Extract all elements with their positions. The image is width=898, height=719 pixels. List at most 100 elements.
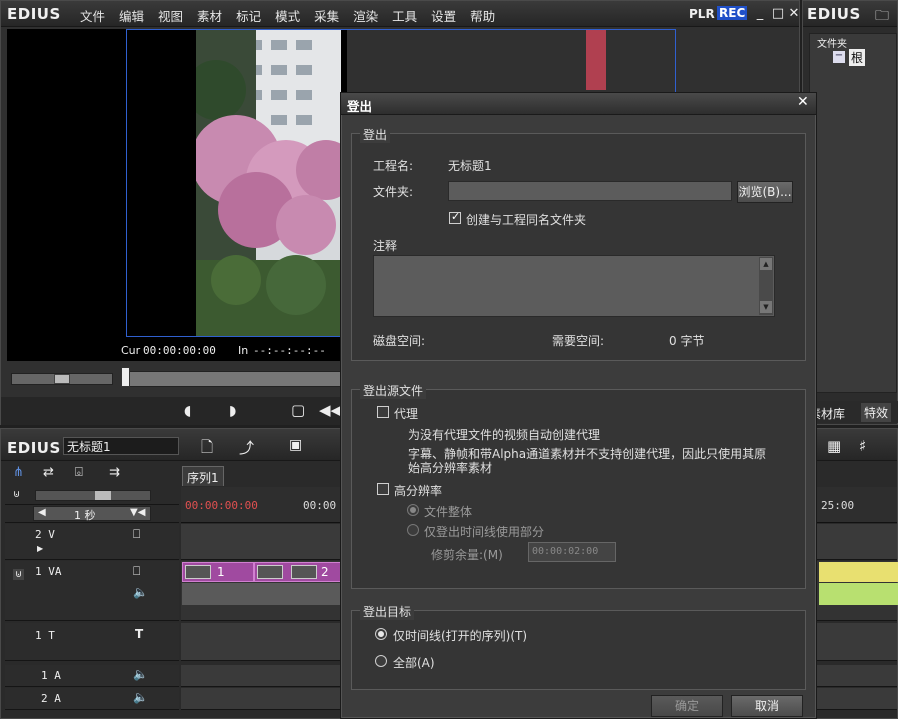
scale-value: 1 秒 xyxy=(74,509,96,522)
mixer-icon[interactable]: ♯ xyxy=(859,437,866,455)
timeline-part-label: 仅登出时间线使用部分 xyxy=(424,525,545,539)
open-icon[interactable]: ⤴ xyxy=(239,437,254,458)
clip-2-label: 2 xyxy=(321,565,329,579)
clip-1-thumb-icon xyxy=(185,565,211,579)
all-radio[interactable] xyxy=(375,655,387,667)
proxy-checkbox[interactable] xyxy=(377,406,389,418)
timeline-tools: ⋔ ⇄ ⌻ ⇉ xyxy=(5,463,179,485)
bin-edius-logo: EDIUS xyxy=(807,5,861,23)
root-folder[interactable]: 根 xyxy=(849,49,866,66)
ripple-icon[interactable]: ⇄ xyxy=(43,465,54,480)
position-handle[interactable] xyxy=(121,367,130,387)
zoom-handle[interactable] xyxy=(95,491,111,500)
track-2a-audio-icon[interactable]: 🔈 xyxy=(133,690,148,704)
create-folder-checkbox[interactable] xyxy=(449,210,461,224)
menu-marker[interactable]: 标记 xyxy=(229,6,268,25)
notes-scrollbar[interactable]: ▲ ▼ xyxy=(759,257,773,315)
ruler-mid: 00:00 xyxy=(303,499,337,512)
timeline-part-radio[interactable] xyxy=(407,524,419,536)
track-1va-sync-icon[interactable]: ⊍ xyxy=(13,569,25,580)
layout-icon[interactable]: ▦ xyxy=(827,437,841,455)
notes-textarea[interactable]: ▲ ▼ xyxy=(373,255,775,317)
menu-render[interactable]: 渲染 xyxy=(346,6,385,25)
folder-icon[interactable]: 🗀 xyxy=(875,5,889,29)
tab-effects[interactable]: 特效 xyxy=(861,403,892,422)
sync-icon[interactable]: ⌻ xyxy=(75,465,83,480)
track-1va-audio-icon[interactable]: 🔈 xyxy=(133,585,148,599)
save-icon[interactable]: ▣ xyxy=(289,437,302,453)
menu-file[interactable]: 文件 xyxy=(73,6,112,25)
clip-1-label: 1 xyxy=(217,565,225,579)
menu-clip[interactable]: 素材 xyxy=(190,6,229,25)
menu-edit[interactable]: 编辑 xyxy=(112,6,151,25)
dialog-titlebar: 登出 ✕ xyxy=(341,93,816,115)
shuttle-handle[interactable] xyxy=(54,374,70,384)
notes-label: 注释 xyxy=(373,239,398,253)
folder-header: 文件夹 xyxy=(817,39,847,50)
right-yellow-band xyxy=(819,562,898,582)
collapse-icon[interactable]: − xyxy=(833,51,845,63)
menu-view[interactable]: 视图 xyxy=(151,6,190,25)
project-name-value: 无标题1 xyxy=(448,159,492,173)
minimize-icon[interactable]: _ xyxy=(751,5,769,23)
track-2v-expand-icon[interactable]: ▶ xyxy=(37,544,43,553)
track-2a-name: 2 A xyxy=(41,692,61,705)
close-icon[interactable]: ✕ xyxy=(785,5,803,23)
rewind-icon[interactable]: ◀◀ xyxy=(319,401,342,419)
plr-mode-button[interactable]: PLR xyxy=(689,7,715,21)
project-name-field[interactable]: 无标题1 xyxy=(63,437,179,455)
menu-tools[interactable]: 工具 xyxy=(385,6,424,25)
transport-bar xyxy=(1,397,341,425)
scroll-down-icon[interactable]: ▼ xyxy=(760,301,772,313)
zoom-slider[interactable] xyxy=(35,490,151,501)
browse-button[interactable]: 浏览(B)... xyxy=(737,181,793,203)
menu-help[interactable]: 帮助 xyxy=(463,6,502,25)
menu-settings[interactable]: 设置 xyxy=(424,6,463,25)
position-slider[interactable] xyxy=(121,371,343,387)
margin-input[interactable]: 00:00:02:00 xyxy=(528,542,616,562)
track-2a-header[interactable]: 2 A 🔈 xyxy=(5,688,179,710)
scale-selector[interactable]: ◀ 1 秒 ▼◀ xyxy=(33,506,151,522)
sequence-tab[interactable]: 序列1 xyxy=(182,466,224,486)
menu-capture[interactable]: 采集 xyxy=(307,6,346,25)
clip-1[interactable]: 1 xyxy=(182,562,254,582)
bin-titlebar: EDIUS 🗀 xyxy=(803,1,897,27)
cancel-button[interactable]: 取消 xyxy=(731,695,803,717)
in-label: In xyxy=(238,344,249,357)
bin-tabs: 素材库 特效 xyxy=(803,401,898,423)
scroll-up-icon[interactable]: ▲ xyxy=(760,258,772,270)
track-select-icon[interactable]: ⋔ xyxy=(13,465,24,480)
rec-mode-button[interactable]: REC xyxy=(717,6,748,20)
new-icon[interactable]: 🗋 xyxy=(201,437,213,462)
set-in-icon[interactable]: ◖ xyxy=(184,403,191,419)
track-2v-video-icon[interactable]: ⎕ xyxy=(133,527,140,542)
track-1va-header[interactable]: ⊍ 1 VA ⎕ 🔈 xyxy=(5,561,179,621)
timeline-only-radio[interactable] xyxy=(375,628,387,640)
whole-file-radio[interactable] xyxy=(407,504,419,516)
ruler-start: 00:00:00:00 xyxy=(185,499,258,512)
scale-prev-icon[interactable]: ◀ xyxy=(38,507,46,518)
menu-mode[interactable]: 模式 xyxy=(268,6,307,25)
preview-image xyxy=(196,30,341,336)
set-out-icon[interactable]: ◗ xyxy=(229,403,236,419)
dialog-close-icon[interactable]: ✕ xyxy=(797,94,809,110)
track-2v-header[interactable]: 2 V ⎕ ▶ xyxy=(5,524,179,560)
track-1a-audio-icon[interactable]: 🔈 xyxy=(133,667,148,681)
zoom-toggle-icon[interactable]: ⊍ xyxy=(13,489,20,500)
track-1va-video-icon[interactable]: ⎕ xyxy=(133,564,140,579)
timeline-edius-logo: EDIUS xyxy=(7,439,61,457)
track-1t-header[interactable]: 1 T T xyxy=(5,623,179,661)
track-1t-title-icon[interactable]: T xyxy=(135,627,143,641)
ok-button[interactable]: 确定 xyxy=(651,695,723,717)
clip-2[interactable]: 2 xyxy=(254,562,341,582)
track-1a-header[interactable]: 1 A 🔈 xyxy=(5,665,179,687)
scale-dropdown-icon[interactable]: ▼◀ xyxy=(130,507,145,518)
preview-red-edge xyxy=(586,30,606,90)
stop-icon[interactable]: ▢ xyxy=(291,401,305,419)
required-space-value: 0 字节 xyxy=(669,334,705,348)
folder-input[interactable] xyxy=(448,181,732,201)
zoom-header: ⊍ xyxy=(5,487,179,505)
edius-logo: EDIUS xyxy=(7,5,61,23)
snap-icon[interactable]: ⇉ xyxy=(109,465,120,480)
hires-checkbox[interactable] xyxy=(377,483,389,495)
